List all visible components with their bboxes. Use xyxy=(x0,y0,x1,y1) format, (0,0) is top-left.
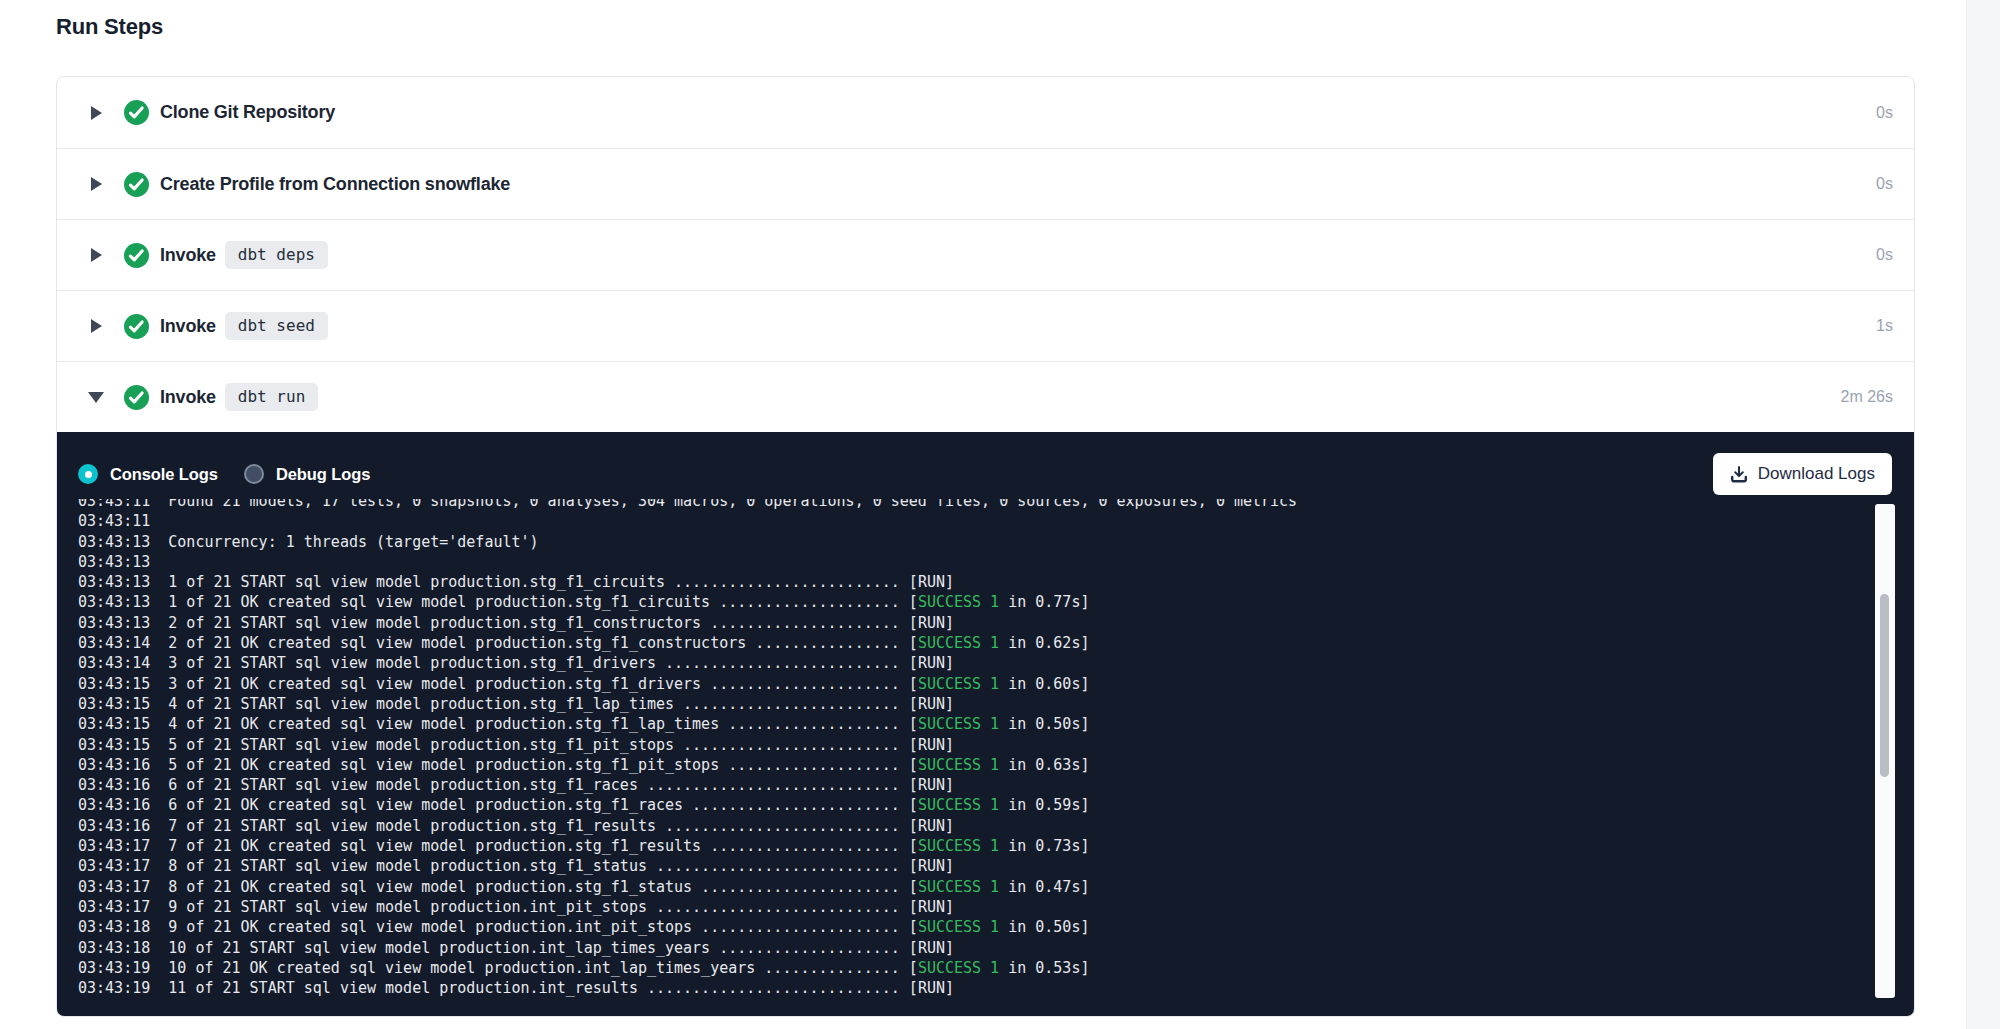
step-duration: 1s xyxy=(1876,317,1893,335)
radio-console-logs[interactable]: Console Logs xyxy=(78,464,218,484)
expand-step-button[interactable] xyxy=(87,106,105,120)
run-steps-card: Clone Git Repository 0s Create Profile f… xyxy=(56,76,1915,1017)
log-line: 03:43:19 10 of 21 OK created sql view mo… xyxy=(78,958,1914,978)
log-line: 03:43:14 2 of 21 OK created sql view mod… xyxy=(78,633,1914,653)
step-duration: 0s xyxy=(1876,175,1893,193)
log-line: 03:43:15 4 of 21 OK created sql view mod… xyxy=(78,714,1914,734)
log-line: 03:43:15 3 of 21 OK created sql view mod… xyxy=(78,674,1914,694)
step-duration: 0s xyxy=(1876,104,1893,122)
log-line: 03:43:17 8 of 21 START sql view model pr… xyxy=(78,856,1914,876)
step-label: Clone Git Repository xyxy=(160,102,335,123)
log-line: 03:43:18 9 of 21 OK created sql view mod… xyxy=(78,917,1914,937)
log-line: 03:43:18 10 of 21 START sql view model p… xyxy=(78,938,1914,958)
log-line: 03:43:16 7 of 21 START sql view model pr… xyxy=(78,816,1914,836)
success-check-icon xyxy=(124,100,149,125)
download-logs-label: Download Logs xyxy=(1758,464,1875,484)
radio-unselected-icon xyxy=(244,464,264,484)
run-steps-page: Run Steps Clone Git Repository 0s Create… xyxy=(0,0,2000,1029)
step-label: Invoke xyxy=(160,387,216,408)
chevron-right-icon xyxy=(91,319,102,333)
step-row-invoke-dbt-run[interactable]: Invoke dbt run 2m 26s xyxy=(57,361,1914,432)
log-line: 03:43:13 Concurrency: 1 threads (target=… xyxy=(78,532,1914,552)
radio-debug-logs[interactable]: Debug Logs xyxy=(244,464,370,484)
radio-label: Console Logs xyxy=(110,465,218,484)
collapse-step-button[interactable] xyxy=(87,392,105,403)
expand-step-button[interactable] xyxy=(87,177,105,191)
step-row-invoke-dbt-seed[interactable]: Invoke dbt seed 1s xyxy=(57,290,1914,361)
chevron-right-icon xyxy=(91,248,102,262)
log-line: 03:43:16 6 of 21 OK created sql view mod… xyxy=(78,795,1914,815)
log-line: 03:43:11 Found 21 models, 17 tests, 0 sn… xyxy=(78,499,1914,511)
step-label: Invoke xyxy=(160,316,216,337)
page-title: Run Steps xyxy=(56,14,163,40)
chevron-down-icon xyxy=(88,392,104,403)
log-line: 03:43:15 5 of 21 START sql view model pr… xyxy=(78,735,1914,755)
command-badge: dbt run xyxy=(225,383,318,411)
log-line: 03:43:11 xyxy=(78,511,1914,531)
radio-label: Debug Logs xyxy=(276,465,370,484)
success-check-icon xyxy=(124,243,149,268)
step-row-clone-git-repository[interactable]: Clone Git Repository 0s xyxy=(57,77,1914,148)
log-line: 03:43:13 xyxy=(78,552,1914,572)
log-line: 03:43:15 4 of 21 START sql view model pr… xyxy=(78,694,1914,714)
log-line: 03:43:17 9 of 21 START sql view model pr… xyxy=(78,897,1914,917)
log-line: 03:43:13 1 of 21 START sql view model pr… xyxy=(78,572,1914,592)
expand-step-button[interactable] xyxy=(87,319,105,333)
step-duration: 2m 26s xyxy=(1841,388,1893,406)
download-icon xyxy=(1730,465,1748,483)
console-log-output[interactable]: 03:43:11 Found 21 models, 17 tests, 0 sn… xyxy=(57,499,1914,1016)
step-duration: 0s xyxy=(1876,246,1893,264)
log-line: 03:43:16 6 of 21 START sql view model pr… xyxy=(78,775,1914,795)
page-scroll-gutter xyxy=(1966,0,2000,1029)
chevron-right-icon xyxy=(91,106,102,120)
download-logs-button[interactable]: Download Logs xyxy=(1713,453,1892,495)
log-scrollbar[interactable] xyxy=(1875,504,1895,998)
step-label: Invoke xyxy=(160,245,216,266)
log-line: 03:43:16 5 of 21 OK created sql view mod… xyxy=(78,755,1914,775)
success-check-icon xyxy=(124,385,149,410)
step-row-invoke-dbt-deps[interactable]: Invoke dbt deps 0s xyxy=(57,219,1914,290)
success-check-icon xyxy=(124,172,149,197)
console-panel: Console Logs Debug Logs Download Logs 03… xyxy=(57,432,1914,1016)
log-line: 03:43:19 11 of 21 START sql view model p… xyxy=(78,978,1914,998)
step-label: Create Profile from Connection snowflake xyxy=(160,174,510,195)
command-badge: dbt seed xyxy=(225,312,328,340)
chevron-right-icon xyxy=(91,177,102,191)
log-line: 03:43:13 1 of 21 OK created sql view mod… xyxy=(78,592,1914,612)
log-line: 03:43:17 7 of 21 OK created sql view mod… xyxy=(78,836,1914,856)
success-check-icon xyxy=(124,314,149,339)
step-row-create-profile[interactable]: Create Profile from Connection snowflake… xyxy=(57,148,1914,219)
expand-step-button[interactable] xyxy=(87,248,105,262)
log-line: 03:43:13 2 of 21 START sql view model pr… xyxy=(78,613,1914,633)
log-line: 03:43:17 8 of 21 OK created sql view mod… xyxy=(78,877,1914,897)
command-badge: dbt deps xyxy=(225,241,328,269)
log-line: 03:43:14 3 of 21 START sql view model pr… xyxy=(78,653,1914,673)
radio-selected-icon xyxy=(78,464,98,484)
log-scrollbar-thumb[interactable] xyxy=(1880,594,1889,777)
